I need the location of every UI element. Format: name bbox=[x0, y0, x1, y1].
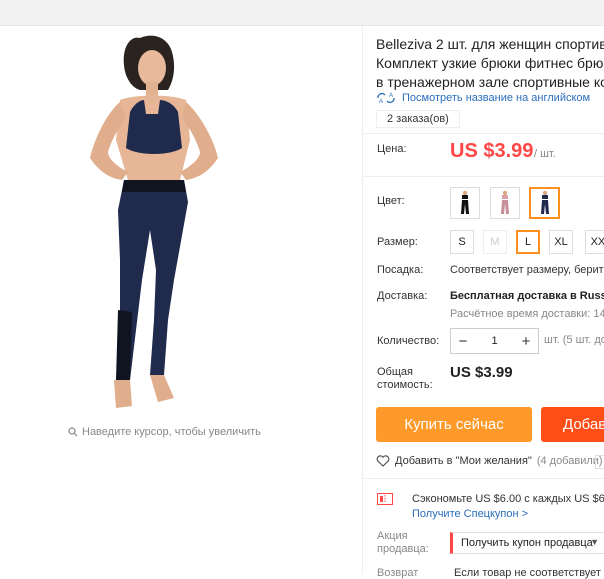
heart-icon bbox=[376, 455, 390, 467]
title-line-3: в тренажерном зале спортивные ко bbox=[376, 74, 604, 90]
get-seller-coupon-button[interactable]: Получить купон продавца ▼ bbox=[450, 532, 604, 554]
divider bbox=[362, 478, 604, 479]
divider bbox=[362, 133, 604, 134]
coupon-icon bbox=[377, 493, 393, 505]
wishlist-count: (4 добавили) bbox=[536, 455, 603, 467]
swatch-image bbox=[540, 190, 549, 214]
return-label: Возврат bbox=[377, 567, 419, 579]
fit-value: Соответствует размеру, берите bbox=[450, 264, 604, 276]
title-line-1: Belleziva 2 шт. для женщин спортивный bbox=[376, 36, 604, 52]
price-label: Цена: bbox=[377, 143, 407, 155]
quantity-input[interactable]: 1 bbox=[475, 335, 514, 347]
add-to-cart-button[interactable]: Добав bbox=[541, 407, 604, 442]
product-title: Belleziva 2 шт. для женщин спортивный Ко… bbox=[376, 35, 604, 92]
color-swatch-pink[interactable] bbox=[490, 187, 520, 219]
size-option-s[interactable]: S bbox=[450, 230, 474, 254]
shipping-label: Доставка: bbox=[377, 290, 428, 302]
wishlist-label[interactable]: Добавить в "Мои желания" bbox=[395, 455, 532, 467]
color-swatch-black[interactable] bbox=[450, 187, 480, 219]
magnifier-icon bbox=[68, 427, 78, 437]
wishlist-link[interactable]: Добавить в "Мои желания" (4 добавили) bbox=[376, 455, 603, 467]
color-label: Цвет: bbox=[377, 195, 405, 207]
zoom-hint-text: Наведите курсор, чтобы увеличить bbox=[82, 426, 261, 438]
swatch-image bbox=[461, 190, 469, 214]
buy-now-button[interactable]: Купить сейчас bbox=[376, 407, 532, 442]
total-value: US $3.99 bbox=[450, 364, 513, 381]
translate-link[interactable]: A A Посмотреть название на английском bbox=[376, 92, 590, 104]
price-value: US $3.99 bbox=[450, 140, 534, 162]
quantity-label: Количество: bbox=[377, 335, 440, 347]
quantity-note: шт. (5 шт. до bbox=[544, 334, 604, 346]
divider bbox=[362, 176, 604, 177]
size-option-xl[interactable]: XL bbox=[549, 230, 573, 254]
zoom-hint: Наведите курсор, чтобы увеличить bbox=[68, 426, 261, 438]
size-label: Размер: bbox=[377, 236, 418, 248]
seller-promo-label-text: Акция продавца: bbox=[377, 530, 429, 555]
chevron-down-icon: ▼ bbox=[590, 537, 599, 547]
get-special-coupon-link[interactable]: Получите Спецкупон > bbox=[412, 508, 528, 520]
size-option-xxl[interactable]: XXL bbox=[585, 230, 604, 254]
quantity-minus-button[interactable]: − bbox=[451, 333, 475, 350]
orders-count: 2 заказа(ов) bbox=[376, 110, 460, 128]
return-value: Если товар не соответствует bbox=[454, 567, 601, 579]
svg-text:A: A bbox=[389, 93, 393, 99]
shipping-estimate: Расчётное время доставки: 14 bbox=[450, 308, 604, 320]
color-swatch-navy[interactable] bbox=[529, 187, 560, 219]
size-option-m: M bbox=[483, 230, 507, 254]
size-option-l[interactable]: L bbox=[516, 230, 540, 254]
total-label: Общая стоимость: bbox=[377, 366, 433, 391]
translate-icon: A A bbox=[377, 93, 395, 104]
column-divider bbox=[362, 26, 363, 574]
share-dropdown[interactable] bbox=[595, 455, 604, 469]
quantity-stepper: − 1 + bbox=[450, 328, 539, 354]
top-bar bbox=[0, 0, 604, 26]
translate-link-text[interactable]: Посмотреть название на английском bbox=[402, 92, 590, 104]
product-image[interactable] bbox=[50, 30, 265, 415]
get-seller-coupon-label[interactable]: Получить купон продавца bbox=[461, 537, 593, 549]
shipping-value[interactable]: Бесплатная доставка в Russia bbox=[450, 290, 604, 302]
coupon-save-text: Сэкономьте US $6.00 с каждых US $65. bbox=[412, 493, 604, 505]
seller-promo-label: Акция продавца: bbox=[377, 530, 437, 556]
quantity-plus-button[interactable]: + bbox=[514, 333, 538, 350]
title-line-2: Комплект узкие брюки фитнес брюки bbox=[376, 55, 604, 71]
price-unit: / шт. bbox=[534, 148, 556, 160]
svg-text:A: A bbox=[379, 99, 383, 104]
swatch-image bbox=[501, 190, 509, 214]
fit-label: Посадка: bbox=[377, 264, 424, 276]
